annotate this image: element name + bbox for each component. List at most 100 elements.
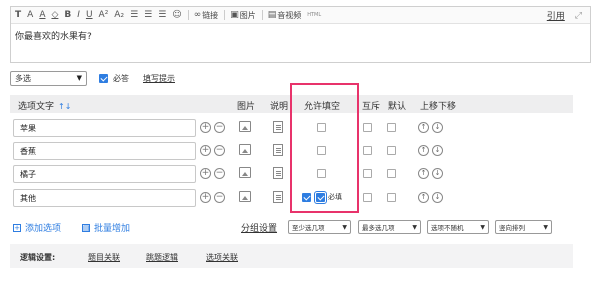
question-editor[interactable]: T A A ◇ B I U A² A₂ ☰ ☰ ☰ ☺ ∞ 链接 ▣ 图片 ▤ …	[10, 6, 591, 63]
option-text-input[interactable]: 香蕉	[13, 142, 196, 160]
underline-icon[interactable]: U	[86, 7, 93, 24]
sort-icon[interactable]: ↑↓	[58, 102, 71, 111]
image-icon[interactable]	[239, 191, 251, 202]
batch-icon: ▤	[82, 223, 90, 232]
chevron-down-icon: ▼	[480, 223, 485, 231]
random-order-dropdown[interactable]: 选项不随机 ▼	[427, 220, 489, 234]
superscript-icon[interactable]: A²	[99, 7, 109, 24]
align-center-icon[interactable]: ☰	[144, 7, 152, 24]
move-up-icon[interactable]: ↑	[418, 168, 429, 179]
option-text-input[interactable]: 其他	[13, 189, 196, 207]
options-actions: + 添加选项 ▤ 批量增加 分组设置 至少选几项 ▼ 最多选几项 ▼ 选项不随机…	[10, 220, 573, 236]
add-option-icon[interactable]: +	[200, 192, 211, 203]
mutex-checkbox[interactable]	[363, 123, 372, 132]
question-link-logic[interactable]: 题目关联	[88, 252, 120, 263]
mutex-checkbox[interactable]	[363, 193, 372, 202]
header-option-text-label: 选项文字	[18, 102, 55, 112]
audio-video-button[interactable]: 音视频	[277, 10, 301, 21]
default-checkbox[interactable]	[387, 169, 396, 178]
image-button[interactable]: 图片	[240, 10, 256, 21]
logic-settings-bar: 逻辑设置: 题目关联 跳题逻辑 选项关联	[10, 244, 573, 268]
toolbar-divider	[187, 10, 189, 20]
add-option-icon[interactable]: +	[200, 145, 211, 156]
header-description: 说明	[270, 102, 289, 112]
header-move: 上移下移	[420, 102, 457, 112]
header-mutex: 互斥	[362, 102, 381, 112]
jump-logic-link[interactable]: 跳题逻辑	[146, 252, 178, 263]
option-text-input[interactable]: 苹果	[13, 119, 196, 137]
image-icon[interactable]	[239, 121, 251, 132]
editor-toolbar: T A A ◇ B I U A² A₂ ☰ ☰ ☰ ☺ ∞ 链接 ▣ 图片 ▤ …	[11, 7, 590, 24]
add-option-label: 添加选项	[25, 224, 62, 234]
description-icon[interactable]	[273, 167, 283, 179]
remove-option-icon[interactable]: −	[214, 145, 225, 156]
subscript-icon[interactable]: A₂	[114, 7, 124, 24]
max-select-dropdown[interactable]: 最多选几项 ▼	[358, 220, 421, 234]
image-icon[interactable]	[239, 167, 251, 178]
italic-icon[interactable]: I	[77, 7, 80, 24]
plus-square-icon: +	[13, 223, 21, 232]
description-icon[interactable]	[273, 121, 283, 133]
option-text-input[interactable]: 橘子	[13, 165, 196, 183]
description-icon[interactable]	[273, 191, 283, 203]
emoji-icon[interactable]: ☺	[172, 7, 181, 24]
chevron-down-icon: ▼	[412, 223, 417, 231]
toolbar-divider	[224, 10, 226, 20]
move-down-icon[interactable]: ↓	[432, 168, 443, 179]
required-label: 必答	[113, 73, 129, 83]
required-checkbox[interactable]	[99, 73, 108, 83]
highlight-color-icon[interactable]: ◇	[51, 7, 58, 24]
remove-option-icon[interactable]: −	[214, 192, 225, 203]
html-button[interactable]: HTML	[307, 12, 321, 18]
fill-hint-link[interactable]: 填写提示	[143, 73, 175, 84]
group-settings-link[interactable]: 分组设置	[241, 221, 277, 234]
mutex-checkbox[interactable]	[363, 169, 372, 178]
expand-icon[interactable]: ⤢	[575, 11, 582, 21]
description-icon[interactable]	[273, 144, 283, 156]
move-down-icon[interactable]: ↓	[432, 192, 443, 203]
move-down-icon[interactable]: ↓	[432, 145, 443, 156]
mutex-checkbox[interactable]	[363, 146, 372, 155]
default-checkbox[interactable]	[387, 193, 396, 202]
batch-add-label: 批量增加	[94, 224, 131, 234]
default-checkbox[interactable]	[387, 146, 396, 155]
min-select-dropdown[interactable]: 至少选几项 ▼	[288, 220, 351, 234]
link-icon[interactable]: ∞	[194, 7, 202, 24]
image-icon[interactable]: ▣	[230, 7, 239, 24]
text-color-icon[interactable]: A	[39, 7, 45, 24]
max-select-value: 最多选几项	[362, 224, 395, 232]
link-button[interactable]: 链接	[202, 10, 218, 21]
layout-dropdown[interactable]: 竖向排列 ▼	[495, 220, 552, 234]
font-size-icon[interactable]: A	[27, 7, 33, 24]
move-up-icon[interactable]: ↑	[418, 145, 429, 156]
option-link-logic[interactable]: 选项关联	[206, 252, 238, 263]
logic-settings-label: 逻辑设置:	[20, 253, 56, 262]
image-icon[interactable]	[239, 144, 251, 155]
move-up-icon[interactable]: ↑	[418, 192, 429, 203]
bold-icon[interactable]: B	[64, 7, 71, 24]
align-right-icon[interactable]: ☰	[158, 7, 166, 24]
header-image: 图片	[237, 102, 256, 112]
header-default: 默认	[388, 102, 407, 112]
font-family-icon[interactable]: T	[15, 7, 21, 24]
question-text[interactable]: 你最喜欢的水果有?	[15, 29, 92, 42]
move-up-icon[interactable]: ↑	[418, 122, 429, 133]
layout-value: 竖向排列	[499, 224, 525, 232]
remove-option-icon[interactable]: −	[214, 168, 225, 179]
quote-link[interactable]: 引用	[547, 9, 565, 22]
batch-add-link[interactable]: ▤ 批量增加	[82, 221, 130, 234]
add-option-link[interactable]: + 添加选项	[13, 221, 61, 234]
toolbar-divider	[261, 10, 263, 20]
random-order-value: 选项不随机	[431, 224, 464, 232]
question-type-select[interactable]: 多选 ▼	[10, 70, 87, 86]
chevron-down-icon: ▼	[342, 223, 347, 231]
remove-option-icon[interactable]: −	[214, 122, 225, 133]
move-down-icon[interactable]: ↓	[432, 122, 443, 133]
align-left-icon[interactable]: ☰	[130, 7, 138, 24]
question-settings-bar: 多选 ▼ 必答 填写提示	[10, 70, 175, 86]
add-option-icon[interactable]: +	[200, 122, 211, 133]
video-icon[interactable]: ▤	[268, 7, 277, 24]
toolbar-right: 引用 ⤢	[547, 9, 582, 23]
add-option-icon[interactable]: +	[200, 168, 211, 179]
default-checkbox[interactable]	[387, 123, 396, 132]
